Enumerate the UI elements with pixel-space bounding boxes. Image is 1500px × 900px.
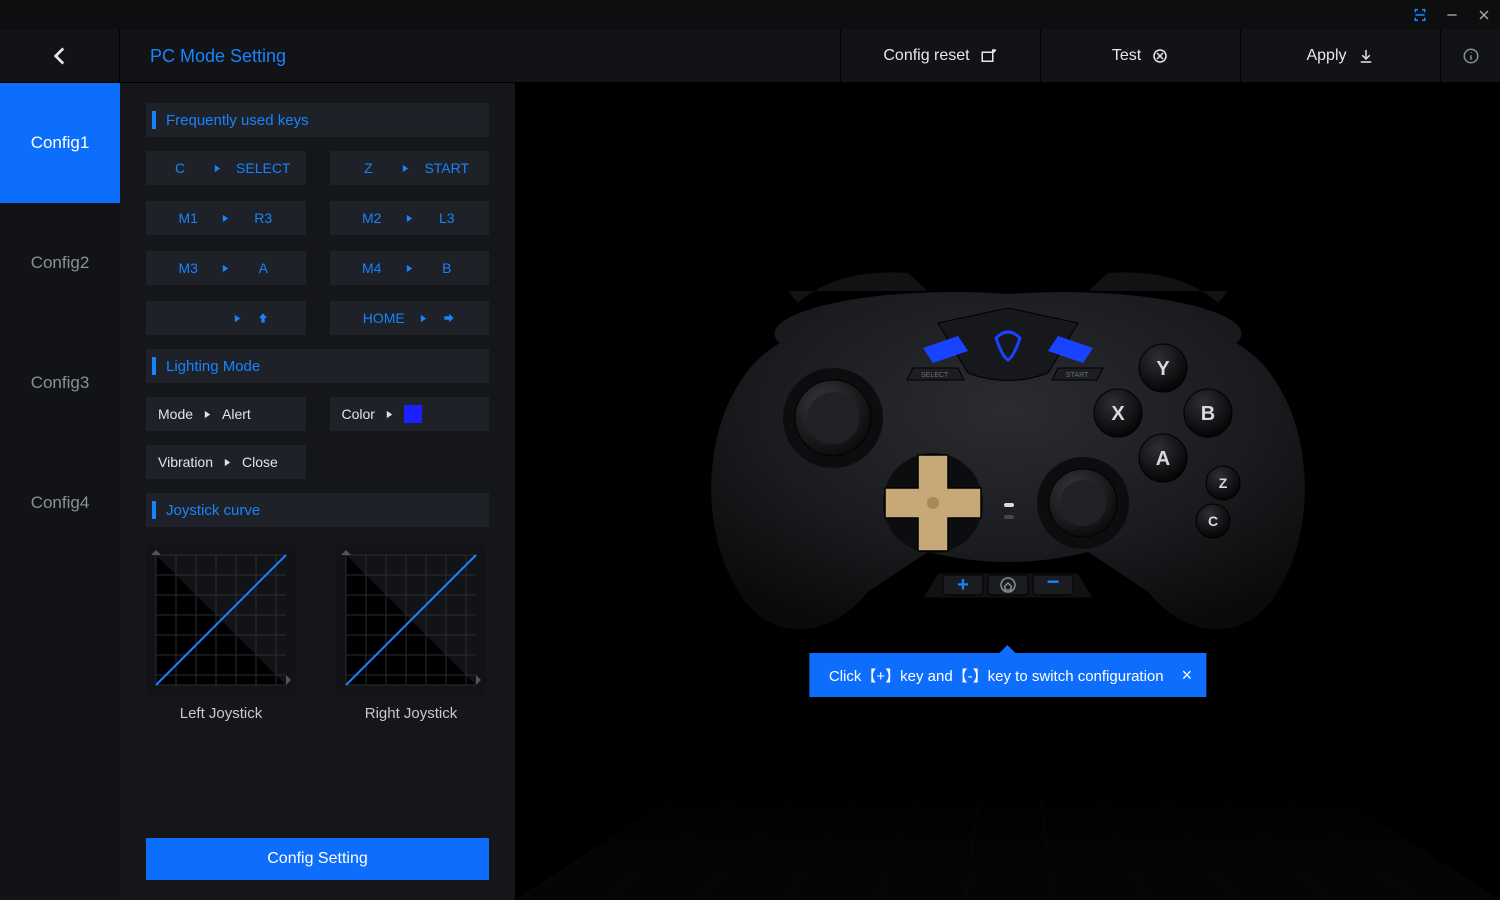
svg-text:X: X bbox=[1111, 403, 1125, 425]
lighting-color-label: Color bbox=[342, 406, 375, 422]
svg-text:SELECT: SELECT bbox=[921, 372, 949, 379]
info-button[interactable] bbox=[1440, 30, 1500, 82]
svg-text:−: − bbox=[1046, 569, 1059, 594]
svg-text:Z: Z bbox=[1218, 475, 1227, 491]
controller-preview: SELECT START bbox=[515, 83, 1500, 900]
section-frequent-keys: Frequently used keys bbox=[146, 103, 489, 137]
keymap-from: M4 bbox=[353, 260, 391, 276]
keymap-from: Z bbox=[349, 160, 387, 176]
config-reset-button[interactable]: Config reset bbox=[840, 30, 1040, 82]
keymap-to: A bbox=[244, 260, 282, 276]
svg-text:+: + bbox=[957, 574, 969, 596]
keymap-to: B bbox=[428, 260, 466, 276]
triangle-right-icon bbox=[419, 314, 428, 323]
triangle-right-icon bbox=[401, 164, 410, 173]
lighting-mode-dropdown[interactable]: Mode Alert bbox=[146, 397, 306, 431]
lighting-mode-label: Mode bbox=[158, 406, 193, 422]
lighting-color-dropdown[interactable]: Color bbox=[330, 397, 490, 431]
window-titlebar bbox=[0, 0, 1500, 30]
keymap-from bbox=[181, 310, 219, 326]
keymap-m3-a[interactable]: M3 A bbox=[146, 251, 306, 285]
keymap-m2-l3[interactable]: M2 L3 bbox=[330, 201, 490, 235]
config-setting-button[interactable]: Config Setting bbox=[146, 838, 489, 880]
triangle-right-icon bbox=[405, 264, 414, 273]
arrow-up-icon bbox=[256, 311, 270, 325]
lighting-mode-value: Alert bbox=[222, 406, 251, 422]
config-tab-3-label: Config3 bbox=[31, 373, 90, 393]
keymap-c-select[interactable]: C SELECT bbox=[146, 151, 306, 185]
svg-text:B: B bbox=[1200, 403, 1214, 425]
config-tab-list: Config1 Config2 Config3 Config4 bbox=[0, 83, 120, 900]
minimize-button[interactable] bbox=[1444, 7, 1460, 23]
floor-grid bbox=[515, 798, 1500, 900]
keymap-from: M1 bbox=[169, 210, 207, 226]
section-lighting-label: Lighting Mode bbox=[166, 358, 260, 375]
vibration-label: Vibration bbox=[158, 454, 213, 470]
keymap-home-right[interactable]: HOME bbox=[330, 301, 490, 335]
keymap-to: START bbox=[424, 160, 469, 176]
config-tab-1[interactable]: Config1 bbox=[0, 83, 120, 203]
keymap-m4-b[interactable]: M4 B bbox=[330, 251, 490, 285]
config-tab-4[interactable]: Config4 bbox=[0, 443, 120, 563]
topbar: PC Mode Setting Config reset Test Apply bbox=[0, 30, 1500, 83]
right-joystick-label: Right Joystick bbox=[365, 705, 458, 722]
right-joystick-curve[interactable] bbox=[336, 545, 486, 695]
keymap-from: M3 bbox=[169, 260, 207, 276]
section-joystick-curve: Joystick curve bbox=[146, 493, 489, 527]
keymap-from: C bbox=[161, 160, 199, 176]
config-tab-3[interactable]: Config3 bbox=[0, 323, 120, 443]
keymap-to: R3 bbox=[244, 210, 282, 226]
test-button[interactable]: Test bbox=[1040, 30, 1240, 82]
keymap-from: M2 bbox=[353, 210, 391, 226]
triangle-right-icon bbox=[221, 264, 230, 273]
svg-text:A: A bbox=[1155, 448, 1169, 470]
vibration-value: Close bbox=[242, 454, 278, 470]
compact-mode-icon[interactable] bbox=[1412, 7, 1428, 23]
svg-text:START: START bbox=[1066, 372, 1089, 379]
triangle-right-icon bbox=[233, 314, 242, 323]
left-joystick-curve[interactable] bbox=[146, 545, 296, 695]
arrow-right-icon bbox=[442, 311, 456, 325]
keymap-to: SELECT bbox=[236, 160, 290, 176]
config-tab-2-label: Config2 bbox=[31, 253, 90, 273]
triangle-right-icon bbox=[385, 410, 394, 419]
test-label: Test bbox=[1112, 47, 1141, 65]
config-tab-2[interactable]: Config2 bbox=[0, 203, 120, 323]
left-joystick-label: Left Joystick bbox=[180, 705, 263, 722]
config-reset-label: Config reset bbox=[883, 47, 969, 65]
config-tab-1-label: Config1 bbox=[31, 133, 90, 153]
keymap-m1-r3[interactable]: M1 R3 bbox=[146, 201, 306, 235]
controller-image: SELECT START bbox=[688, 253, 1328, 653]
apply-label: Apply bbox=[1306, 47, 1346, 65]
settings-panel: Frequently used keys C SELECT Z START M1 bbox=[120, 83, 515, 900]
triangle-right-icon bbox=[203, 410, 212, 419]
keymap-z-start[interactable]: Z START bbox=[330, 151, 490, 185]
tooltip-close-icon[interactable]: × bbox=[1182, 665, 1193, 686]
triangle-right-icon bbox=[213, 164, 222, 173]
keymap-to: L3 bbox=[428, 210, 466, 226]
tooltip-text: Click【+】key and【-】key to switch configur… bbox=[829, 665, 1164, 686]
keymap-from: HOME bbox=[363, 310, 405, 326]
svg-text:Y: Y bbox=[1156, 358, 1170, 380]
apply-button[interactable]: Apply bbox=[1240, 30, 1440, 82]
back-button[interactable] bbox=[0, 30, 120, 82]
keymap-blank-up[interactable] bbox=[146, 301, 306, 335]
vibration-dropdown[interactable]: Vibration Close bbox=[146, 445, 306, 479]
section-curve-label: Joystick curve bbox=[166, 502, 260, 519]
config-tab-4-label: Config4 bbox=[31, 493, 90, 513]
key-mappings-grid: C SELECT Z START M1 R3 M2 bbox=[146, 151, 489, 335]
close-button[interactable] bbox=[1476, 7, 1492, 23]
svg-text:C: C bbox=[1207, 513, 1217, 529]
config-setting-label: Config Setting bbox=[267, 850, 368, 868]
triangle-right-icon bbox=[223, 458, 232, 467]
section-frequent-keys-label: Frequently used keys bbox=[166, 112, 309, 129]
page-title: PC Mode Setting bbox=[120, 30, 840, 82]
section-lighting: Lighting Mode bbox=[146, 349, 489, 383]
triangle-right-icon bbox=[405, 214, 414, 223]
switch-config-tooltip: Click【+】key and【-】key to switch configur… bbox=[809, 653, 1206, 697]
triangle-right-icon bbox=[221, 214, 230, 223]
color-swatch bbox=[404, 405, 422, 423]
